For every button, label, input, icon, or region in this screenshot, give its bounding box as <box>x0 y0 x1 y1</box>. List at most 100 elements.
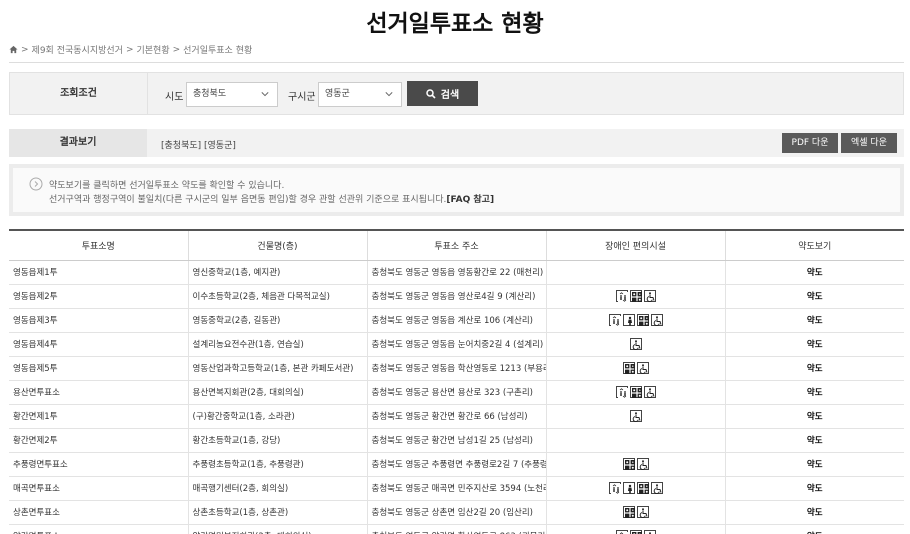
map-link[interactable]: 약도 <box>724 380 904 405</box>
braille-icon <box>622 458 635 470</box>
sido-value: 충청북도 <box>193 89 227 99</box>
station-address: 충청북도 영동군 양강면 학산영동로 863 (괴목리) <box>366 524 546 534</box>
table-row: 영동읍제4투 설계리농요전수관(1층, 연습실) 충청북도 영동군 영동읍 눈어치중… <box>9 332 904 357</box>
map-link[interactable]: 약도 <box>724 308 904 333</box>
map-link[interactable]: 약도 <box>724 332 904 357</box>
faq-link[interactable]: [FAQ 참고] <box>446 195 494 205</box>
building-name: 용산면복지회관(2층, 대회의실) <box>187 380 367 405</box>
sido-select[interactable]: 충청북도 <box>186 82 278 107</box>
station-address: 충청북도 영동군 용산면 용산로 323 (구촌리) <box>366 380 546 405</box>
map-link[interactable]: 약도 <box>724 500 904 525</box>
column-header: 건물명(층) <box>187 229 367 261</box>
station-name: 매곡면투표소 <box>9 476 188 501</box>
station-name: 황간면제1투 <box>9 404 188 429</box>
building-name: 이수초등학교(2층, 체음관 다목적교실) <box>187 284 367 309</box>
facilities-cell <box>545 308 725 333</box>
station-name: 양강면투표소 <box>9 524 188 534</box>
wheelchair-icon <box>636 362 649 375</box>
map-link[interactable]: 약도 <box>724 476 904 501</box>
table-row: 황간면제1투 (구)황간중학교(1층, 소라관) 충청북도 영동군 황간면 황간로 … <box>9 404 904 429</box>
building-name: 추풍령초등학교(1층, 추풍령관) <box>187 452 367 477</box>
table-row: 영동읍제5투 영동산업과학고등학교(1층, 본관 카페도서관) 충청북도 영동군 영… <box>9 356 904 381</box>
map-link[interactable]: 약도 <box>724 260 904 285</box>
table-row: 상촌면투표소 상촌초등학교(1층, 상촌관) 충청북도 영동군 상촌면 임산2길 2… <box>9 500 904 525</box>
station-name: 상촌면투표소 <box>9 500 188 525</box>
building-name: 영신중학교(1층, 예지관) <box>187 260 367 285</box>
table-row: 황간면제2투 황간초등학교(1층, 강당) 충청북도 영동군 황간면 남성1길 25… <box>9 428 904 453</box>
result-bar: 결과보기 [충청북도] [영동군] PDF 다운 엑셀 다운 <box>9 129 904 157</box>
result-region: [충청북도] [영동군] <box>161 141 236 151</box>
map-link[interactable]: 약도 <box>724 524 904 534</box>
column-header: 투표소명 <box>9 229 188 261</box>
chevron-right-circle-icon <box>29 177 43 191</box>
wheelchair-icon <box>636 506 649 519</box>
building-name: 상촌초등학교(1층, 상촌관) <box>187 500 367 525</box>
wheelchair-icon <box>636 458 649 471</box>
station-address: 충청북도 영동군 영동읍 영산로4길 9 (계산리) <box>366 284 546 309</box>
building-name: 설계리농요전수관(1층, 연습실) <box>187 332 367 357</box>
station-address: 충청북도 영동군 황간면 남성1길 25 (남성리) <box>366 428 546 453</box>
facilities-cell <box>545 404 725 429</box>
station-name: 영동읍제4투 <box>9 332 188 357</box>
elevator-icon <box>615 290 628 302</box>
elevator-icon <box>608 482 621 494</box>
breadcrumb-item[interactable]: 기본현황 <box>136 43 169 56</box>
polling-station-table: 투표소명 건물명(층) 투표소 주소 장애인 편의시설 약도보기 영동읍제1투 영… <box>9 229 904 534</box>
station-name: 영동읍제2투 <box>9 284 188 309</box>
station-name: 영동읍제1투 <box>9 260 188 285</box>
table-row: 매곡면투표소 매곡행기센터(2층, 회의실) 충청북도 영동군 매곡면 민주지산로 … <box>9 476 904 501</box>
column-header: 약도보기 <box>724 229 904 261</box>
home-icon[interactable] <box>9 45 18 54</box>
building-name: 양강면민복지회관(2층, 대회의실) <box>187 524 367 534</box>
search-label: 조회조건 <box>10 73 148 114</box>
divider <box>9 62 904 63</box>
facilities-cell <box>545 524 725 534</box>
station-address: 충청북도 영동군 영동읍 학산영동로 1213 (부용리) <box>366 356 546 381</box>
breadcrumb-item[interactable]: 선거일투표소 현황 <box>183 43 252 56</box>
elevator-icon <box>615 386 628 398</box>
chevron-down-icon <box>385 92 393 97</box>
excel-download-button[interactable]: 엑셀 다운 <box>841 133 897 153</box>
building-name: 영동산업과학고등학교(1층, 본관 카페도서관) <box>187 356 367 381</box>
wheelchair-icon <box>650 482 663 495</box>
map-link[interactable]: 약도 <box>724 356 904 381</box>
braille-icon <box>629 386 642 398</box>
station-address: 충청북도 영동군 상촌면 임산2길 20 (임산리) <box>366 500 546 525</box>
breadcrumb: > 제9회 전국동시지방선거 > 기본현황 > 선거일투표소 현황 <box>9 43 252 56</box>
map-link[interactable]: 약도 <box>724 284 904 309</box>
sido-label: 시도 <box>165 92 184 103</box>
braille-icon <box>636 314 649 326</box>
table-header-row: 투표소명 건물명(층) 투표소 주소 장애인 편의시설 약도보기 <box>9 229 904 261</box>
gugun-select[interactable]: 영동군 <box>318 82 402 107</box>
facilities-cell <box>545 356 725 381</box>
facilities-cell <box>545 500 725 525</box>
braille-icon <box>636 482 649 494</box>
notice-box: 약도보기를 클릭하면 선거일투표소 약도를 확인할 수 있습니다. 선거구역과 … <box>9 164 904 216</box>
facilities-cell <box>545 332 725 357</box>
map-link[interactable]: 약도 <box>724 428 904 453</box>
pdf-download-button[interactable]: PDF 다운 <box>782 133 838 153</box>
station-address: 충청북도 영동군 영동읍 영동황간로 22 (매천리) <box>366 260 546 285</box>
braille-icon <box>622 506 635 518</box>
column-header: 투표소 주소 <box>366 229 546 261</box>
table-row: 영동읍제3투 영동중학교(2층, 길동관) 충청북도 영동군 영동읍 계산로 106… <box>9 308 904 333</box>
station-name: 영동읍제3투 <box>9 308 188 333</box>
breadcrumb-item[interactable]: 제9회 전국동시지방선거 <box>32 43 123 56</box>
restroom-icon <box>622 482 635 494</box>
facilities-cell <box>545 380 725 405</box>
map-link[interactable]: 약도 <box>724 452 904 477</box>
station-address: 충청북도 영동군 매곡면 민주지산로 3594 (노천리) <box>366 476 546 501</box>
chevron-down-icon <box>261 92 269 97</box>
station-name: 용산면투표소 <box>9 380 188 405</box>
wheelchair-icon <box>650 314 663 327</box>
search-button[interactable]: 검색 <box>407 81 478 106</box>
map-link[interactable]: 약도 <box>724 404 904 429</box>
result-label: 결과보기 <box>9 129 147 157</box>
search-icon <box>426 88 436 99</box>
station-name: 황간면제2투 <box>9 428 188 453</box>
table-row: 영동읍제2투 이수초등학교(2층, 체음관 다목적교실) 충청북도 영동군 영동읍 … <box>9 284 904 309</box>
gugun-value: 영동군 <box>325 89 350 99</box>
wheelchair-icon <box>643 386 656 399</box>
notice-line-2: 선거구역과 행정구역이 불일치(다른 구시군의 일부 읍면동 편입)할 경우 관… <box>49 195 495 205</box>
station-address: 충청북도 영동군 추풍령면 추풍령로2길 7 (추풍령리) <box>366 452 546 477</box>
